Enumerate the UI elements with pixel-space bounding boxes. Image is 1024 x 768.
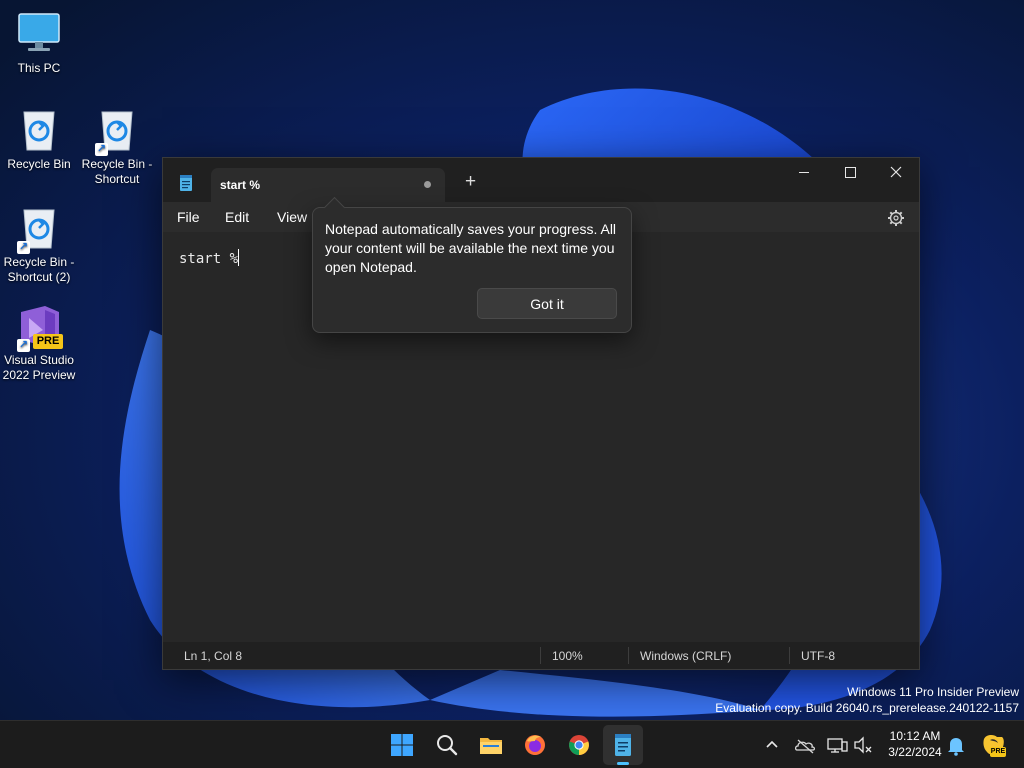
menu-edit[interactable]: Edit	[225, 209, 249, 225]
pre-badge: PRE	[33, 334, 63, 349]
recycle-bin-icon	[15, 106, 63, 154]
chevron-up-icon[interactable]	[760, 731, 784, 759]
line-ending: Windows (CRLF)	[640, 649, 732, 663]
notepad-icon	[180, 175, 192, 191]
popup-message: Notepad automatically saves your progres…	[325, 221, 617, 275]
cursor-position: Ln 1, Col 8	[184, 649, 243, 663]
encoding: UTF-8	[801, 649, 835, 663]
recycle-bin-icon: ↗	[15, 204, 63, 254]
zoom-level: 100%	[552, 649, 583, 663]
firefox-button[interactable]	[515, 725, 555, 765]
close-button[interactable]	[873, 158, 919, 188]
desktop-icon-label: Visual Studio 2022 Preview	[2, 353, 76, 382]
maximize-icon	[845, 167, 856, 178]
notification-bell-icon[interactable]	[944, 731, 968, 759]
status-divider	[540, 647, 541, 664]
autosave-teaching-tip: Notepad automatically saves your progres…	[312, 196, 632, 333]
volume-icon[interactable]	[851, 731, 875, 759]
tab-start[interactable]: start %	[211, 168, 445, 202]
shortcut-arrow-icon: ↗	[17, 241, 30, 254]
notepad-taskbar-button[interactable]	[603, 725, 643, 765]
watermark-line-1: Windows 11 Pro Insider Preview	[847, 685, 1019, 699]
taskbar: 10:12 AM 3/22/2024 PRE	[0, 720, 1024, 768]
active-app-indicator	[617, 762, 629, 765]
gear-icon[interactable]	[885, 207, 907, 229]
text-caret	[238, 249, 240, 266]
system-clock[interactable]: 10:12 AM 3/22/2024	[880, 728, 950, 760]
desktop-icon-visual-studio[interactable]: ↗ PRE Visual Studio 2022 Preview	[0, 302, 78, 383]
plus-icon[interactable]: +	[465, 172, 476, 192]
maximize-button[interactable]	[827, 158, 873, 188]
title-bar[interactable]: start % +	[163, 158, 919, 202]
network-icon[interactable]	[825, 731, 849, 759]
menu-view[interactable]: View	[277, 209, 307, 225]
notepad-icon	[615, 734, 631, 756]
watermark-line-2: Evaluation copy. Build 26040.rs_prerelea…	[715, 701, 1019, 715]
chrome-icon	[569, 735, 589, 755]
got-it-button[interactable]: Got it	[477, 288, 617, 319]
desktop-icon-recycle-bin-shortcut-2[interactable]: ↗ Recycle Bin - Shortcut (2)	[0, 204, 78, 285]
start-button[interactable]	[382, 725, 422, 765]
firefox-icon	[525, 735, 545, 755]
search-button[interactable]	[427, 725, 467, 765]
status-divider	[628, 647, 629, 664]
clock-date: 3/22/2024	[888, 745, 942, 759]
chrome-button[interactable]	[559, 725, 599, 765]
copilot-button[interactable]: PRE	[980, 731, 1008, 759]
tab-title: start %	[220, 178, 261, 192]
menu-file[interactable]: File	[177, 209, 200, 225]
desktop-icon-label: This PC	[17, 61, 61, 75]
desktop-icon-this-pc[interactable]: This PC	[0, 10, 78, 76]
start-icon	[391, 734, 413, 756]
status-divider	[789, 647, 790, 664]
copilot-pre-badge: PRE	[990, 747, 1006, 757]
file-explorer-button[interactable]	[471, 725, 511, 765]
evaluation-watermark: Windows 11 Pro Insider Preview Evaluatio…	[715, 684, 1019, 716]
minimize-button[interactable]	[781, 158, 827, 188]
unsaved-dot-icon[interactable]	[424, 181, 431, 188]
clock-time: 10:12 AM	[889, 729, 941, 743]
desktop-icon-label: Recycle Bin - Shortcut (2)	[3, 255, 75, 284]
shortcut-arrow-icon: ↗	[95, 143, 108, 156]
close-icon	[890, 166, 902, 178]
search-icon	[437, 735, 458, 756]
monitor-icon	[15, 10, 63, 58]
onedrive-icon[interactable]	[793, 731, 817, 759]
desktop-icon-label: Recycle Bin	[7, 157, 71, 171]
desktop-icon-label: Recycle Bin - Shortcut	[81, 157, 153, 186]
visual-studio-icon: ↗ PRE	[15, 302, 63, 352]
editor-content: start %	[179, 251, 239, 267]
status-bar: Ln 1, Col 8 100% Windows (CRLF) UTF-8	[163, 642, 919, 669]
file-explorer-icon	[480, 738, 502, 754]
shortcut-arrow-icon: ↗	[17, 339, 30, 352]
minimize-icon	[799, 172, 809, 173]
desktop-icon-recycle-bin-shortcut[interactable]: ↗ Recycle Bin - Shortcut	[78, 106, 156, 187]
desktop-icon-recycle-bin[interactable]: Recycle Bin	[0, 106, 78, 172]
recycle-bin-icon: ↗	[93, 106, 141, 156]
